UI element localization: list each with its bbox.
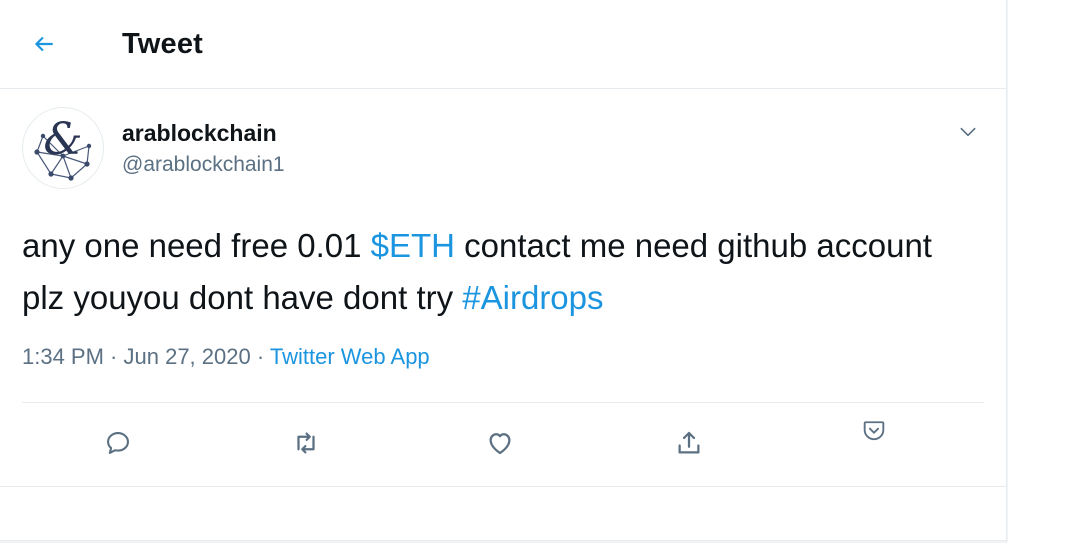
- tweet-date[interactable]: Jun 27, 2020: [124, 344, 251, 369]
- tweet-source-link[interactable]: Twitter Web App: [270, 344, 430, 369]
- like-icon: [485, 428, 515, 458]
- tweet-text-part: any one need free 0.01: [22, 227, 371, 264]
- divider: [0, 486, 1006, 487]
- reply-icon: [104, 429, 132, 457]
- avatar-logo-icon: &: [34, 114, 92, 181]
- svg-text:&: &: [43, 114, 82, 165]
- tweet-panel: Tweet & arablockchain @arablockchain1 an…: [0, 0, 1007, 541]
- tweet-text: any one need free 0.01 $ETH contact me n…: [22, 220, 982, 324]
- retweet-icon: [291, 428, 321, 458]
- author-display-name[interactable]: arablockchain: [122, 120, 277, 147]
- arrow-left-icon: [31, 31, 57, 57]
- like-button[interactable]: [477, 420, 523, 466]
- cashtag-link[interactable]: $ETH: [371, 227, 455, 264]
- author-handle[interactable]: @arablockchain1: [122, 153, 285, 177]
- hashtag-link[interactable]: #Airdrops: [462, 279, 603, 316]
- more-options-button[interactable]: [950, 114, 986, 150]
- chevron-down-icon: [958, 122, 978, 142]
- analytics-icon: [860, 417, 888, 445]
- avatar[interactable]: &: [22, 107, 104, 189]
- tweet-time[interactable]: 1:34 PM: [22, 344, 104, 369]
- right-column: [1008, 0, 1080, 543]
- tweet-meta: 1:34 PM · Jun 27, 2020 · Twitter Web App: [22, 344, 430, 370]
- share-icon: [674, 428, 704, 458]
- share-button[interactable]: [666, 420, 712, 466]
- analytics-button[interactable]: [851, 408, 897, 454]
- retweet-button[interactable]: [283, 420, 329, 466]
- back-button[interactable]: [22, 22, 66, 66]
- reply-button[interactable]: [95, 420, 141, 466]
- page-title: Tweet: [122, 28, 204, 60]
- meta-separator: ·: [103, 344, 124, 369]
- page-header: Tweet: [0, 0, 1006, 89]
- divider: [22, 402, 984, 403]
- meta-separator: ·: [250, 344, 270, 369]
